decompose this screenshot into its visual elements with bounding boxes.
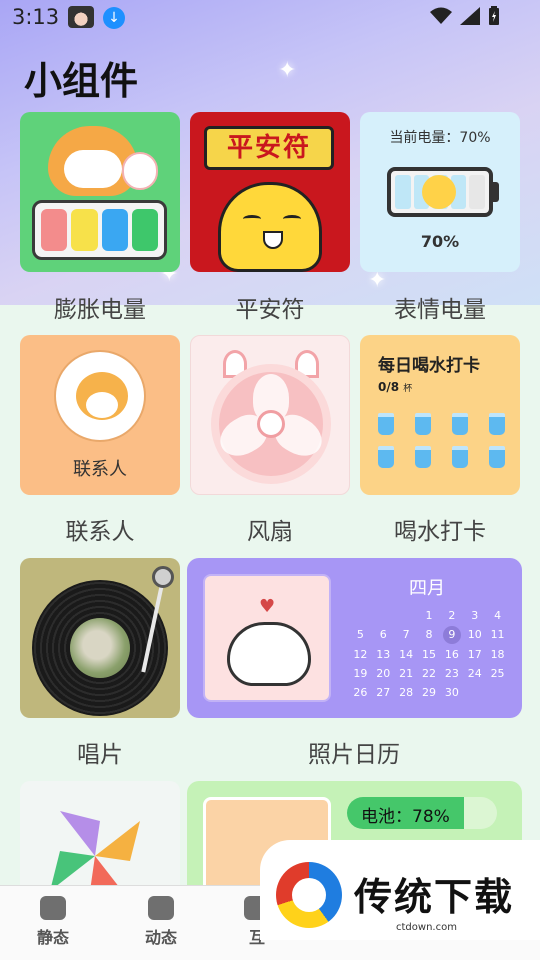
widget-emoji-battery[interactable]: 当前电量：70% 70% — [360, 112, 520, 272]
widget-label: 联系人 — [65, 519, 135, 545]
widget-photo-calendar[interactable]: ♥ 四月 1 2 3 4 5 6 7 8 9 10 11 12 13 14 15 16 17 18 19 20 21 22… — [187, 558, 522, 718]
widget-label: 表情电量 — [394, 297, 486, 323]
calendar-day[interactable]: 11 — [486, 627, 509, 643]
status-time: 3:13 — [12, 5, 60, 29]
contact-avatar — [54, 350, 146, 442]
widget-water-checkin[interactable]: 每日喝水打卡 0/8 杯 — [360, 335, 520, 495]
paw-icon — [257, 410, 285, 438]
battery-text: 电池：78% — [361, 807, 450, 827]
calendar-day[interactable]: 19 — [349, 666, 372, 682]
calendar-day[interactable]: 26 — [349, 685, 372, 701]
calendar-day[interactable]: 15 — [418, 647, 441, 663]
calendar-day[interactable]: 25 — [486, 666, 509, 682]
calendar-day[interactable]: 14 — [395, 647, 418, 663]
widget-record[interactable] — [20, 558, 180, 718]
calendar-grid: 1 2 3 4 5 6 7 8 9 10 11 12 13 14 15 16 17 18 19 20 21 22 23 24 2… — [349, 608, 509, 701]
calendar-day[interactable]: 4 — [486, 608, 509, 624]
calendar-blank — [372, 608, 395, 624]
widget-label: 照片日历 — [308, 742, 400, 768]
cat-face — [64, 150, 122, 188]
widget-ping-an-fu[interactable]: 平安符 — [190, 112, 350, 272]
notification-avatar-icon — [68, 6, 94, 28]
nav-item-static[interactable]: 静态 — [18, 896, 88, 948]
wifi-icon — [430, 7, 452, 24]
water-cup-icon[interactable] — [489, 413, 505, 435]
sparkle-icon: ✦ — [278, 58, 297, 83]
water-cup-icon[interactable] — [378, 413, 394, 435]
fan-icon — [211, 364, 331, 484]
signal-icon — [460, 7, 480, 25]
amulet-banner: 平安符 — [204, 126, 334, 170]
calendar-day[interactable]: 30 — [440, 685, 463, 701]
lucky-cat-illustration — [218, 182, 322, 272]
image-icon — [40, 896, 66, 920]
widget-fan[interactable] — [190, 335, 350, 495]
jelly-battery-icon — [32, 200, 167, 260]
battery-icon — [489, 6, 499, 25]
calendar-month: 四月 — [409, 578, 445, 599]
cat-paw — [122, 152, 158, 190]
page-title: 小组件 — [24, 59, 139, 103]
water-cup-icon[interactable] — [415, 413, 431, 435]
widget-contacts[interactable]: 联系人 — [20, 335, 180, 495]
status-icons — [430, 6, 500, 26]
water-cup-icon[interactable] — [415, 446, 431, 468]
calendar-day[interactable]: 23 — [440, 666, 463, 682]
calendar-day[interactable]: 8 — [418, 627, 441, 643]
water-cup-icon[interactable] — [452, 446, 468, 468]
widget-label: 平安符 — [235, 297, 305, 323]
calendar-blank — [349, 608, 372, 624]
widget-label: 唱片 — [77, 742, 123, 768]
calendar-day[interactable]: 29 — [418, 685, 441, 701]
calendar-day[interactable]: 1 — [418, 608, 441, 624]
widget-label: 膨胀电量 — [54, 297, 146, 323]
calendar-day[interactable]: 22 — [418, 666, 441, 682]
calendar-day[interactable]: 18 — [486, 647, 509, 663]
calendar-day[interactable]: 17 — [463, 647, 486, 663]
watermark: 传统下载 ctdown.com — [260, 840, 540, 940]
calendar-day[interactable]: 24 — [463, 666, 486, 682]
calendar-day[interactable]: 27 — [372, 685, 395, 701]
calendar-day[interactable]: 6 — [372, 627, 395, 643]
watermark-logo-icon — [276, 862, 342, 928]
calendar-day[interactable]: 3 — [463, 608, 486, 624]
widget-inflate-battery[interactable] — [20, 112, 180, 272]
status-bar: 3:13 ↓ — [0, 0, 540, 36]
calendar-day[interactable]: 20 — [372, 666, 395, 682]
water-cup-icon[interactable] — [489, 446, 505, 468]
water-title: 每日喝水打卡 — [378, 356, 480, 376]
heart-icon: ♥ — [259, 596, 276, 617]
calendar-day[interactable]: 12 — [349, 647, 372, 663]
calendar-photo: ♥ — [203, 574, 331, 702]
calendar-day[interactable]: 16 — [440, 647, 463, 663]
water-cup-icon[interactable] — [378, 446, 394, 468]
current-battery-text: 当前电量：70% — [389, 130, 491, 146]
record-cover-photo — [70, 618, 130, 678]
calendar-day[interactable]: 7 — [395, 627, 418, 643]
battery-percent: 70% — [420, 232, 460, 251]
nav-item-dynamic[interactable]: 动态 — [126, 896, 196, 948]
watermark-brand: 传统下载 — [354, 875, 515, 919]
watermark-url: ctdown.com — [396, 922, 457, 933]
emoji-sun-icon — [422, 175, 456, 209]
widget-label: 风扇 — [247, 519, 293, 545]
calendar-day[interactable]: 10 — [463, 627, 486, 643]
calendar-day[interactable]: 9 — [442, 626, 461, 644]
water-cup-icon[interactable] — [452, 413, 468, 435]
battery-progress: 电池：78% — [347, 797, 497, 829]
widget-label: 喝水打卡 — [394, 519, 486, 545]
star-icon — [148, 896, 174, 920]
download-icon: ↓ — [103, 7, 125, 29]
contact-name: 联系人 — [73, 459, 127, 480]
calendar-day[interactable]: 13 — [372, 647, 395, 663]
calendar-day[interactable]: 28 — [395, 685, 418, 701]
calendar-blank — [395, 608, 418, 624]
water-count: 0/8 杯 — [378, 380, 413, 394]
tonearm-knob — [152, 566, 174, 588]
calendar-day[interactable]: 5 — [349, 627, 372, 643]
calendar-day[interactable]: 21 — [395, 666, 418, 682]
puppy-illustration — [227, 622, 311, 686]
calendar-day[interactable]: 2 — [440, 608, 463, 624]
